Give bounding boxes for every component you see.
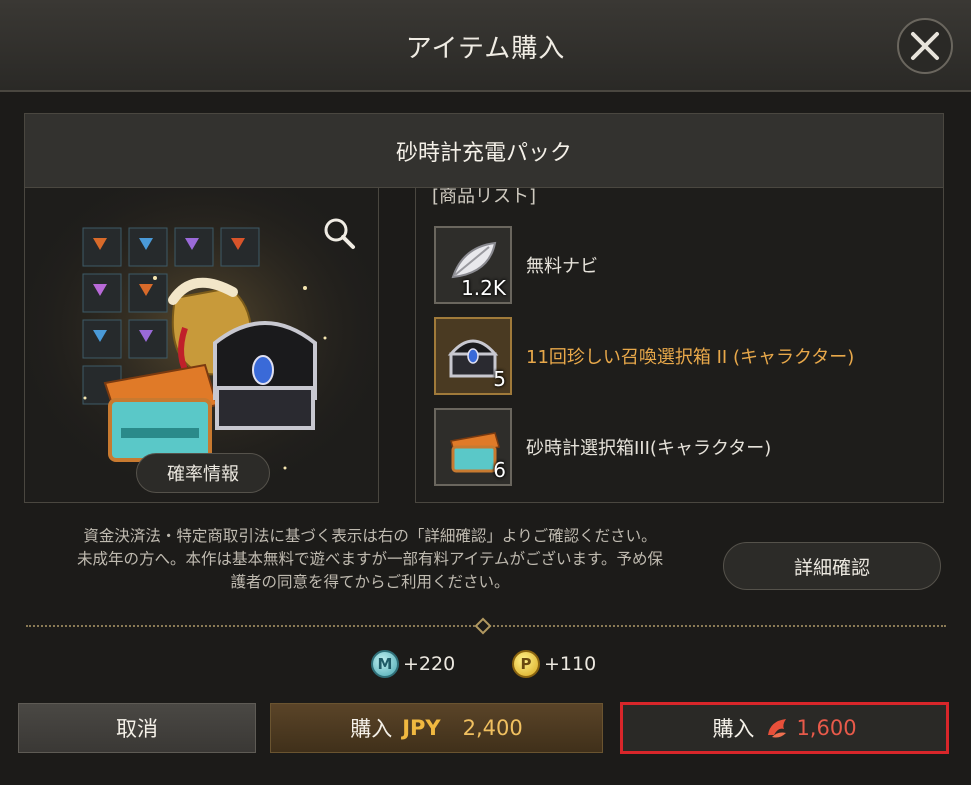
list-item: 1.2K 無料ナビ	[434, 225, 934, 305]
item-quantity: 1.2K	[461, 276, 506, 300]
item-label: 11回珍しい召喚選択箱 II (キャラクター)	[526, 347, 855, 368]
item-thumbnail: 5	[434, 317, 512, 395]
currency-label: JPY	[402, 716, 441, 740]
reward-amount: +220	[403, 653, 456, 675]
product-panel: 砂時計充電パック 確率情報 [商品リスト] 1.2K 無料ナビ 5 11回珍しい…	[24, 113, 944, 503]
buy-label: 購入	[712, 717, 755, 741]
price-amount: 1,600	[796, 716, 857, 740]
list-item: 6 砂時計選択箱III(キャラクター)	[434, 407, 934, 487]
product-list: [商品リスト] 1.2K 無料ナビ 5 11回珍しい召喚選択箱 II (キャラク…	[415, 188, 944, 503]
item-thumbnail: 1.2K	[434, 226, 512, 304]
close-icon	[911, 32, 939, 60]
m-coin-icon: M	[371, 650, 399, 678]
p-coin-icon: P	[512, 650, 540, 678]
item-quantity: 6	[493, 458, 506, 482]
item-quantity: 5	[493, 367, 506, 391]
reward-m: M +220	[371, 650, 455, 678]
cancel-label: 取消	[116, 717, 158, 741]
buy-label: 購入	[350, 717, 393, 741]
divider-ornament	[474, 617, 492, 635]
price-amount: 2,400	[462, 716, 523, 740]
product-image: 確率情報	[24, 188, 379, 503]
notice-line: 護者の同意を得てからご利用ください。	[230, 573, 510, 591]
dialog-title: アイテム購入	[405, 34, 566, 64]
item-label: 無料ナビ	[526, 256, 598, 277]
title-bar: アイテム購入	[0, 0, 971, 92]
close-button[interactable]	[897, 18, 953, 74]
legal-notice: 資金決済法・特定商取引法に基づく表示は右の「詳細確認」よりご確認ください。 未成…	[20, 525, 720, 594]
buy-gem-button[interactable]: 購入 1,600	[620, 702, 949, 754]
item-thumbnail: 6	[434, 408, 512, 486]
product-name: 砂時計充電パック	[24, 113, 944, 188]
detail-confirm-button[interactable]: 詳細確認	[723, 542, 941, 590]
reward-p: P +110	[512, 650, 596, 678]
notice-line: 資金決済法・特定商取引法に基づく表示は右の「詳細確認」よりご確認ください。	[83, 527, 657, 545]
reward-amount: +110	[544, 653, 597, 675]
list-item: 5 11回珍しい召喚選択箱 II (キャラクター)	[434, 316, 934, 396]
probability-info-button[interactable]: 確率情報	[136, 453, 270, 493]
bonus-rewards: M +220 P +110	[0, 650, 971, 680]
zoom-icon[interactable]	[321, 215, 357, 251]
buy-jpy-button[interactable]: 購入 JPY 2,400	[270, 703, 603, 753]
cancel-button[interactable]: 取消	[18, 703, 256, 753]
notice-line: 未成年の方へ。本作は基本無料で遊べますが一部有料アイテムがございます。予め保	[77, 550, 663, 568]
product-list-heading: [商品リスト]	[432, 188, 537, 207]
purchase-dialog: アイテム購入 砂時計充電パック 確率情報 [商品リスト] 1.2K 無料ナビ 5…	[0, 0, 971, 785]
item-label: 砂時計選択箱III(キャラクター)	[526, 438, 772, 459]
red-gem-icon	[768, 719, 787, 738]
